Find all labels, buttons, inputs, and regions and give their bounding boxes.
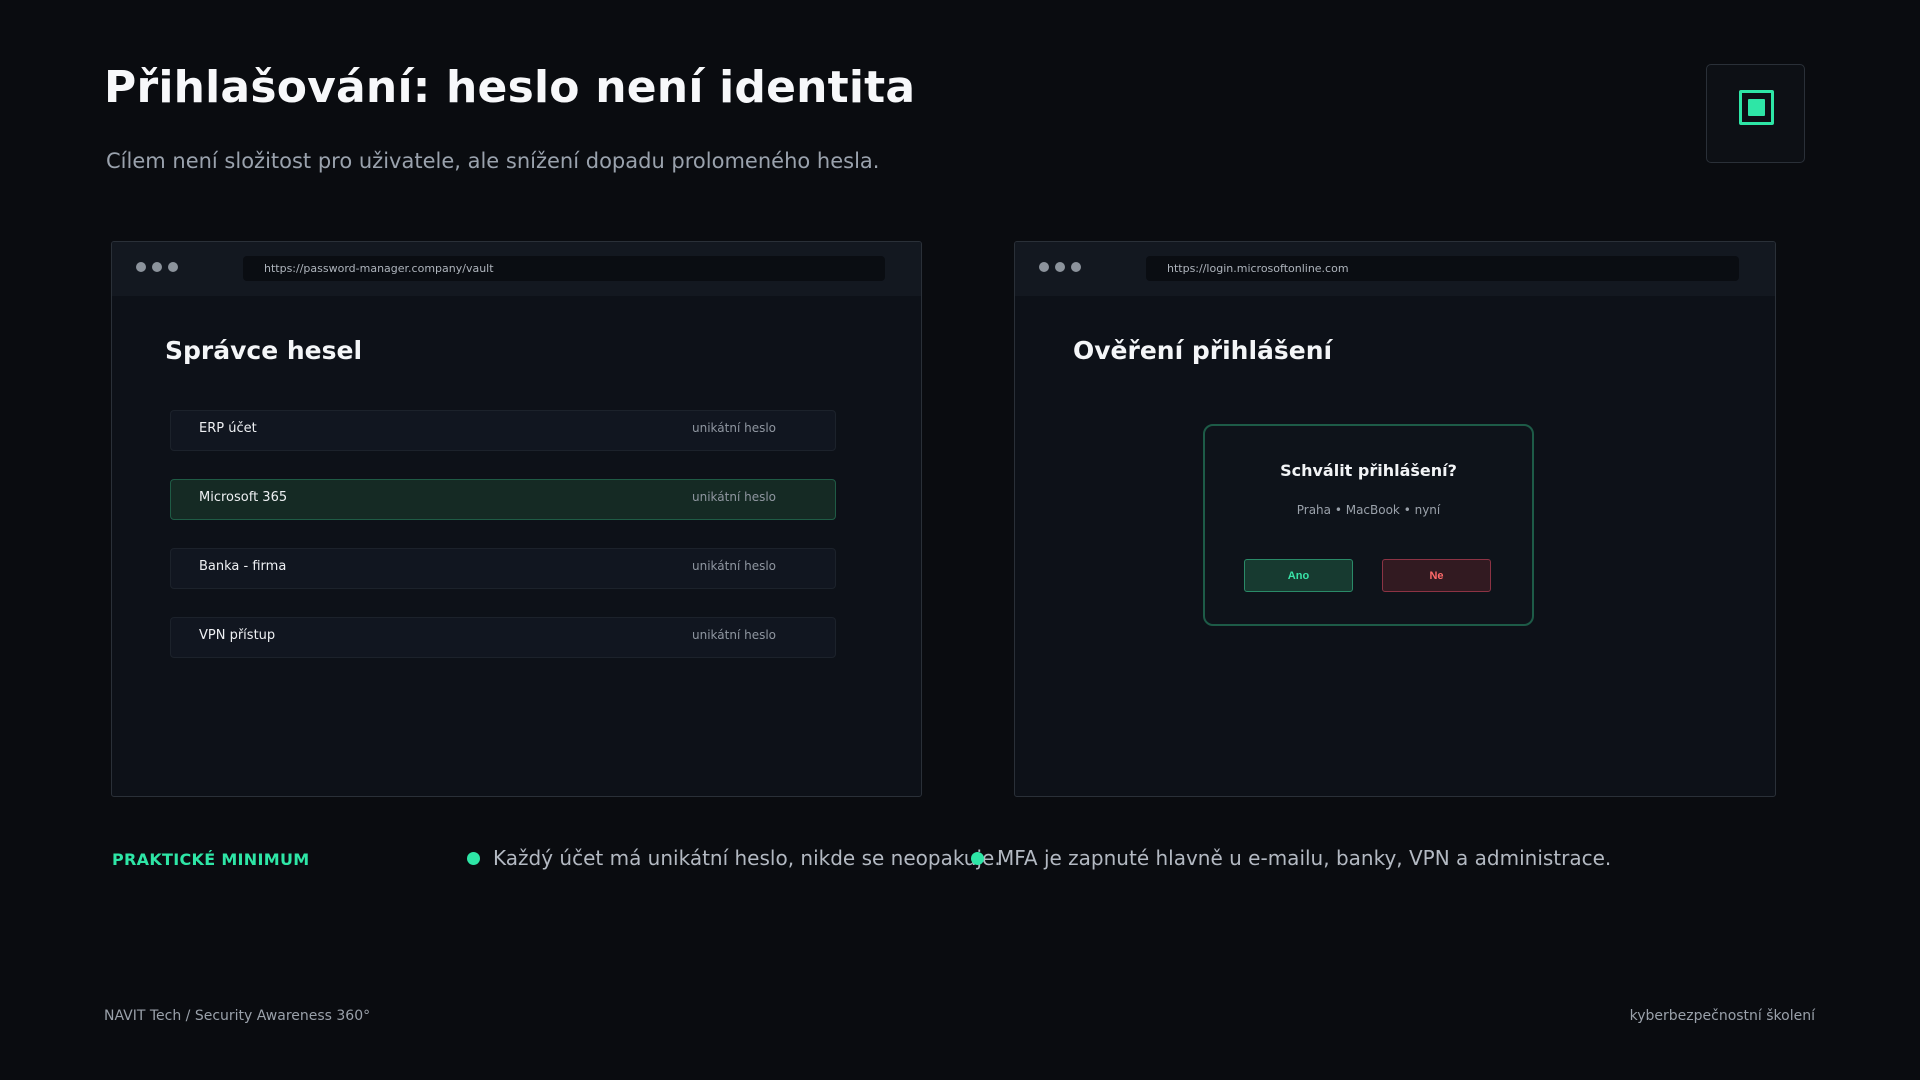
bullet-text: MFA je zapnuté hlavně u e-mailu, banky, … [997, 846, 1612, 870]
vault-item-name: Microsoft 365 [199, 490, 288, 505]
window-dot-icon[interactable] [1055, 262, 1065, 272]
vault-item-tag: unikátní heslo [692, 490, 777, 504]
vault-item[interactable]: Banka - firma unikátní heslo [170, 548, 836, 589]
bullet-text: Každý účet má unikátní heslo, nikde se n… [493, 846, 1001, 870]
vault-item-tag: unikátní heslo [692, 628, 777, 642]
page-subtitle: Cílem není složitost pro uživatele, ale … [106, 149, 880, 173]
address-bar[interactable]: https://login.microsoftonline.com [1146, 256, 1739, 281]
bullet-point: Každý účet má unikátní heslo, nikde se n… [467, 845, 1001, 871]
vault-item-tag: unikátní heslo [692, 559, 777, 573]
browser-toolbar: https://password-manager.company/vault [112, 242, 921, 296]
mfa-request-details: Praha • MacBook • nyní [1296, 503, 1441, 517]
vault-item-name: VPN přístup [199, 628, 276, 643]
square-logo-icon [1739, 90, 1774, 125]
logo-badge [1706, 64, 1805, 163]
slide: Přihlašování: heslo není identita Cílem … [0, 0, 1920, 1080]
browser-toolbar: https://login.microsoftonline.com [1015, 242, 1775, 296]
window-dot-icon[interactable] [168, 262, 178, 272]
password-manager-window: https://password-manager.company/vault S… [111, 241, 922, 797]
vault-item-selected[interactable]: Microsoft 365 unikátní heslo [170, 479, 836, 520]
window-dot-icon[interactable] [1071, 262, 1081, 272]
bullet-point: MFA je zapnuté hlavně u e-mailu, banky, … [971, 845, 1611, 871]
footer-topic: kyberbezpečnostní školení [1629, 1008, 1815, 1024]
practical-minimum-label: PRAKTICKÉ MINIMUM [112, 850, 310, 869]
page-title: Přihlašování: heslo není identita [104, 62, 916, 113]
window-dot-icon[interactable] [136, 262, 146, 272]
footer-brand: NAVIT Tech / Security Awareness 360° [104, 1008, 371, 1024]
vault-item-tag: unikátní heslo [692, 421, 777, 435]
mfa-approval-card: Schválit přihlášení? Praha • MacBook • n… [1203, 424, 1534, 626]
vault-item[interactable]: VPN přístup unikátní heslo [170, 617, 836, 658]
address-bar[interactable]: https://password-manager.company/vault [243, 256, 885, 281]
window-dot-icon[interactable] [1039, 262, 1049, 272]
window-dot-icon[interactable] [152, 262, 162, 272]
vault-item-name: Banka - firma [199, 559, 287, 574]
login-verification-window: https://login.microsoftonline.com Ověřen… [1014, 241, 1776, 797]
deny-button[interactable]: Ne [1382, 559, 1491, 592]
approve-button[interactable]: Ano [1244, 559, 1353, 592]
vault-item[interactable]: ERP účet unikátní heslo [170, 410, 836, 451]
password-manager-title: Správce hesel [165, 336, 363, 365]
bullet-dot-icon [467, 851, 480, 865]
vault-item-name: ERP účet [199, 421, 257, 436]
bullet-dot-icon [971, 851, 984, 865]
mfa-question: Schválit přihlášení? [1280, 461, 1457, 480]
login-verification-title: Ověření přihlášení [1073, 336, 1333, 365]
